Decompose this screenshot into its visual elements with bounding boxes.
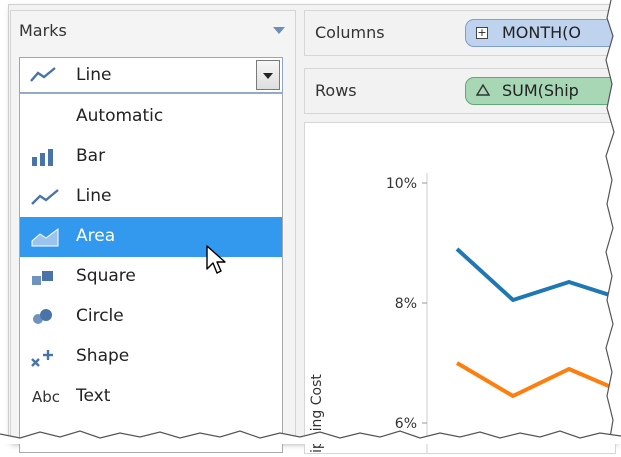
line-icon [30, 67, 56, 87]
marks-card-menu-icon[interactable] [273, 27, 285, 34]
mark-type-selected-value: Line [76, 65, 112, 85]
torn-edge-bottom [0, 430, 621, 444]
torn-edge-right [605, 0, 621, 444]
mark-option-bar[interactable]: Bar [20, 137, 282, 177]
rows-pill[interactable]: SUM(Ship [465, 77, 621, 105]
mark-option-square[interactable]: Square [20, 257, 282, 297]
mark-option-label: Area [76, 226, 116, 246]
mark-option-area[interactable]: Area [20, 217, 282, 257]
rows-shelf-label: Rows [315, 81, 357, 100]
columns-pill[interactable]: + MONTH(O [465, 19, 621, 47]
mark-type-options-list: Automatic Bar Line Area Square Circle Sh… [19, 93, 283, 453]
text-icon: Abc [30, 387, 60, 407]
line-chart: 10%8%6% [386, 173, 621, 453]
columns-pill-label: MONTH(O [502, 23, 582, 42]
circle-icon [30, 307, 60, 327]
mark-option-label: Circle [76, 306, 124, 326]
mark-option-shape[interactable]: Shape [20, 337, 282, 377]
line-icon [30, 187, 60, 207]
mark-option-circle[interactable]: Circle [20, 297, 282, 337]
mark-option-label: Square [76, 266, 136, 286]
mark-option-line[interactable]: Line [20, 177, 282, 217]
series-line-0[interactable] [455, 247, 621, 302]
expand-icon[interactable]: + [476, 27, 488, 39]
mark-option-text[interactable]: Abc Text [20, 377, 282, 417]
square-icon [30, 267, 60, 287]
mark-option-label: Automatic [76, 106, 164, 126]
mark-type-dropdown[interactable]: Line [19, 57, 283, 93]
area-icon [30, 227, 60, 247]
shape-icon [30, 347, 60, 367]
bar-icon [30, 147, 60, 167]
mark-option-label: Bar [76, 146, 106, 166]
mark-option-label: Text [76, 386, 111, 406]
text-icon-glyph: Abc [32, 388, 61, 406]
y-tick-label: 10% [386, 176, 417, 192]
columns-shelf[interactable]: Columns + MONTH(O [304, 10, 621, 56]
rows-shelf[interactable]: Rows SUM(Ship [304, 68, 621, 114]
rows-pill-label: SUM(Ship [502, 81, 579, 100]
mark-option-label: Line [76, 186, 112, 206]
y-tick-label: 8% [395, 296, 417, 312]
marks-card: Marks Line Automatic Bar Line Area Squar… [10, 10, 296, 453]
mark-option-label: Shape [76, 346, 130, 366]
mouse-cursor-icon [206, 245, 226, 274]
series-line-1[interactable] [455, 361, 621, 398]
triangle-icon [475, 83, 491, 100]
mark-option-automatic[interactable]: Automatic [20, 97, 282, 137]
chevron-down-icon[interactable] [256, 60, 280, 90]
columns-shelf-label: Columns [315, 23, 385, 42]
view-canvas: 10% 8% 6% ipping Cost [304, 122, 621, 454]
marks-card-title: Marks [19, 21, 67, 40]
